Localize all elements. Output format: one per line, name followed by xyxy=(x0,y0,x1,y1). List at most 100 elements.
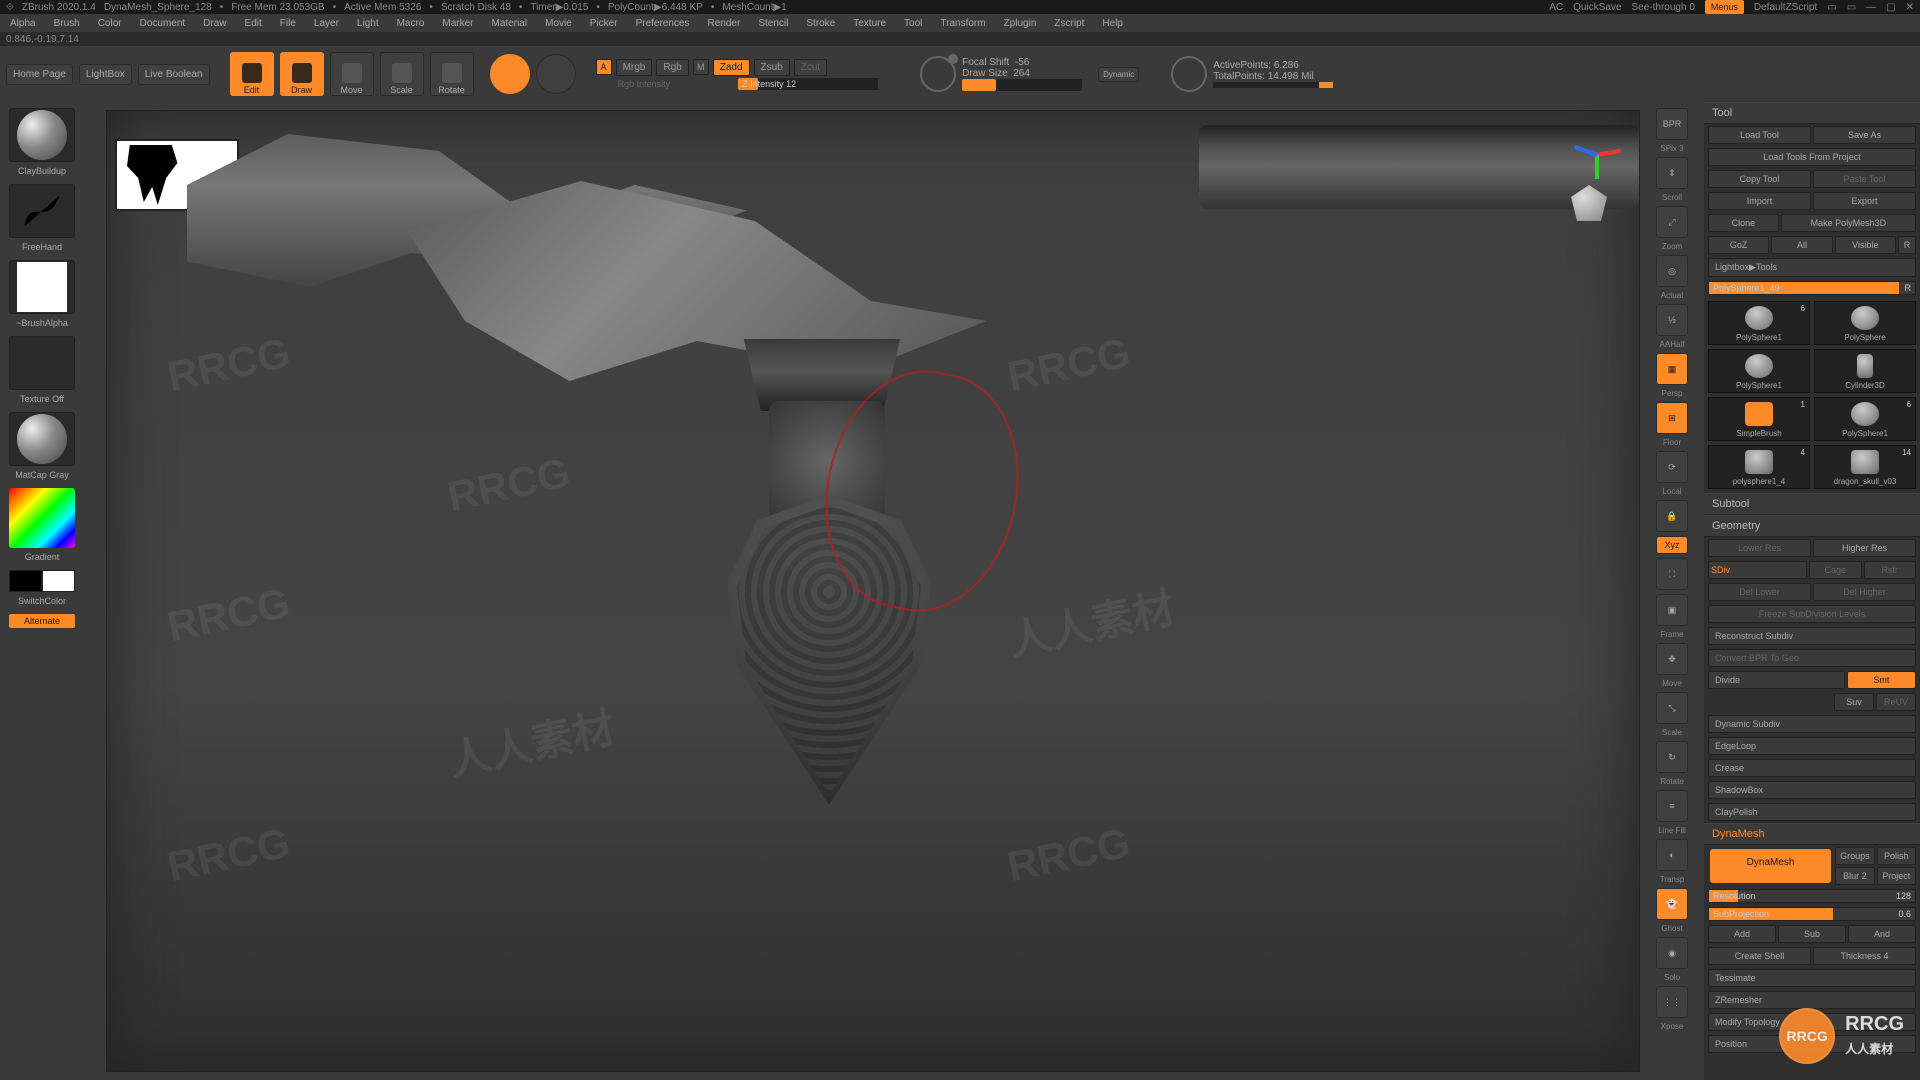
window-icon[interactable]: ▭ xyxy=(1827,2,1836,13)
convert-bpr-button[interactable]: Convert BPR To Geo xyxy=(1708,649,1916,667)
brush-selector[interactable] xyxy=(9,108,75,162)
menu-movie[interactable]: Movie xyxy=(539,16,578,31)
home-page-button[interactable]: Home Page xyxy=(6,64,73,85)
material-selector[interactable] xyxy=(9,412,75,466)
zoom-button[interactable]: ⤢ xyxy=(1656,206,1688,238)
dynamesh-blur-button[interactable]: Blur 2 xyxy=(1835,867,1874,885)
tool-thumb[interactable]: 1SimpleBrush xyxy=(1708,397,1810,441)
dynamesh-sub-button[interactable]: Sub xyxy=(1778,925,1846,943)
del-lower-button[interactable]: Del Lower xyxy=(1708,583,1811,601)
goz-r-button[interactable]: R xyxy=(1898,236,1916,254)
dynamesh-and-button[interactable]: And xyxy=(1848,925,1916,943)
minimize-icon[interactable]: — xyxy=(1866,2,1876,13)
bpr-button[interactable]: BPR xyxy=(1656,108,1688,140)
geometry-header[interactable]: Geometry xyxy=(1704,515,1920,537)
channel-m-toggle[interactable]: M xyxy=(693,59,709,75)
shadowbox-section[interactable]: ShadowBox xyxy=(1708,781,1916,799)
close-icon[interactable]: ✕ xyxy=(1906,2,1914,13)
draw-mode-button[interactable]: Draw xyxy=(280,52,324,96)
channel-a-toggle[interactable]: A xyxy=(596,59,612,75)
menu-tool[interactable]: Tool xyxy=(898,16,928,31)
color-picker[interactable] xyxy=(9,488,75,548)
floor-button[interactable]: ⊞ xyxy=(1656,402,1688,434)
edgeloop-section[interactable]: EdgeLoop xyxy=(1708,737,1916,755)
tool-thumb[interactable]: 6PolySphere1 xyxy=(1708,301,1810,345)
rgb-button[interactable]: Rgb xyxy=(656,59,688,76)
edit-mode-button[interactable]: Edit xyxy=(230,52,274,96)
reconstruct-subdiv-button[interactable]: Reconstruct Subdiv xyxy=(1708,627,1916,645)
nav-move-button[interactable]: ✥ xyxy=(1656,643,1688,675)
lightbox-tools-button[interactable]: Lightbox▶Tools xyxy=(1708,258,1916,277)
goz-all-button[interactable]: All xyxy=(1771,236,1832,254)
fit-button[interactable]: ⛶ xyxy=(1656,558,1688,590)
freeze-subdiv-button[interactable]: Freeze SubDivision Levels xyxy=(1708,605,1916,623)
actual-button[interactable]: ◎ xyxy=(1656,255,1688,287)
lower-res-button[interactable]: Lower Res xyxy=(1708,539,1811,557)
aahalf-button[interactable]: ½ xyxy=(1656,304,1688,336)
gizmo-toggle[interactable] xyxy=(490,54,530,94)
xpose-button[interactable]: ⋮⋮ xyxy=(1656,986,1688,1018)
lightbox-button[interactable]: LightBox xyxy=(79,64,132,85)
swatch-secondary[interactable] xyxy=(9,570,42,592)
goz-button[interactable]: GoZ xyxy=(1708,236,1769,254)
gradient-label[interactable]: Gradient xyxy=(25,552,60,562)
menu-material[interactable]: Material xyxy=(486,16,534,31)
dynamesh-header[interactable]: DynaMesh xyxy=(1704,823,1920,845)
thickness-slider[interactable]: Thickness 4 xyxy=(1813,947,1916,965)
dynamesh-button[interactable]: DynaMesh xyxy=(1710,849,1831,883)
higher-res-button[interactable]: Higher Res xyxy=(1813,539,1916,557)
tool-header[interactable]: Tool xyxy=(1704,102,1920,124)
menu-color[interactable]: Color xyxy=(92,16,128,31)
menu-transform[interactable]: Transform xyxy=(934,16,991,31)
export-button[interactable]: Export xyxy=(1813,192,1916,210)
nav-scale-button[interactable]: ⤡ xyxy=(1656,692,1688,724)
tessimate-section[interactable]: Tessimate xyxy=(1708,969,1916,987)
menu-alpha[interactable]: Alpha xyxy=(4,16,42,31)
create-shell-button[interactable]: Create Shell xyxy=(1708,947,1811,965)
alpha-selector[interactable] xyxy=(9,260,75,314)
sculptris-toggle[interactable] xyxy=(536,54,576,94)
focal-shift-value[interactable]: -56 xyxy=(1015,57,1029,68)
dynamesh-resolution-slider[interactable]: Resolution128 xyxy=(1708,889,1916,903)
paste-tool-button[interactable]: Paste Tool xyxy=(1813,170,1916,188)
menu-brush[interactable]: Brush xyxy=(48,16,86,31)
lock-icon[interactable]: 🔒 xyxy=(1656,500,1688,532)
live-boolean-button[interactable]: Live Boolean xyxy=(138,64,210,85)
tool-thumb[interactable]: PolySphere1 xyxy=(1708,349,1810,393)
menu-picker[interactable]: Picker xyxy=(584,16,624,31)
switch-color-button[interactable]: SwitchColor xyxy=(18,596,66,606)
load-tool-button[interactable]: Load Tool xyxy=(1708,126,1811,144)
menu-marker[interactable]: Marker xyxy=(436,16,479,31)
menu-preferences[interactable]: Preferences xyxy=(630,16,696,31)
color-swatches[interactable] xyxy=(9,570,75,592)
draw-size-slider[interactable] xyxy=(962,79,1082,91)
make-polymesh-button[interactable]: Make PolyMesh3D xyxy=(1781,214,1916,232)
zremesher-section[interactable]: ZRemesher xyxy=(1708,991,1916,1009)
sculptris-dial-icon[interactable] xyxy=(920,56,956,92)
maximize-icon[interactable]: ▢ xyxy=(1886,2,1895,13)
dynamesh-groups-button[interactable]: Groups xyxy=(1835,847,1874,865)
divide-button[interactable]: Divide xyxy=(1708,671,1845,689)
claypolish-section[interactable]: ClayPolish xyxy=(1708,803,1916,821)
menu-file[interactable]: File xyxy=(274,16,302,31)
menu-stroke[interactable]: Stroke xyxy=(800,16,841,31)
scroll-button[interactable]: ⇕ xyxy=(1656,157,1688,189)
ghost-button[interactable]: 👻 xyxy=(1656,888,1688,920)
menu-zscript[interactable]: Zscript xyxy=(1048,16,1090,31)
texture-selector[interactable] xyxy=(9,336,75,390)
menu-zplugin[interactable]: Zplugin xyxy=(998,16,1043,31)
persp-button[interactable]: ▦ xyxy=(1656,353,1688,385)
dynamic-toggle[interactable]: Dynamic xyxy=(1098,67,1139,82)
crease-section[interactable]: Crease xyxy=(1708,759,1916,777)
menus-toggle[interactable]: Menus xyxy=(1705,0,1744,14)
menu-document[interactable]: Document xyxy=(134,16,192,31)
axis-gizmo-icon[interactable] xyxy=(1567,123,1627,183)
scale-mode-button[interactable]: Scale xyxy=(380,52,424,96)
xyz-button[interactable]: Xyz xyxy=(1656,536,1688,554)
zadd-button[interactable]: Zadd xyxy=(713,59,750,76)
transp-button[interactable]: ◐ xyxy=(1656,839,1688,871)
current-tool-slider[interactable]: PolySphere1_49R xyxy=(1708,281,1916,295)
menu-stencil[interactable]: Stencil xyxy=(752,16,794,31)
swatch-primary[interactable] xyxy=(42,570,75,592)
menu-edit[interactable]: Edit xyxy=(239,16,268,31)
